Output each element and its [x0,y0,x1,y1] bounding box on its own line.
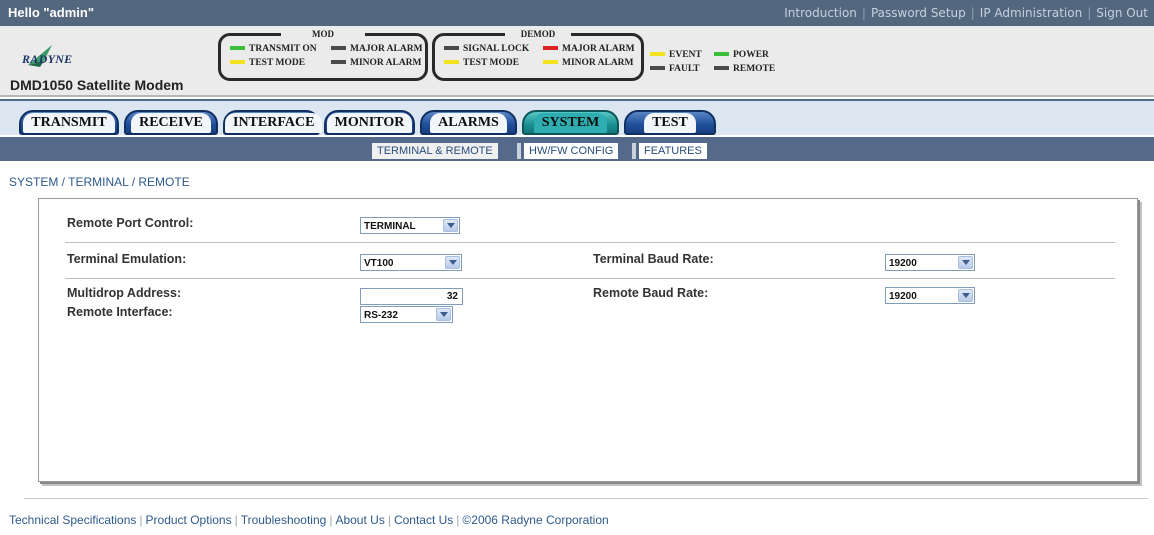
mod-led-group: MOD TRANSMIT ON MAJOR ALARM TEST MODE MI… [218,29,428,81]
terminal-baud-rate-label: Terminal Baud Rate: [593,252,714,266]
subtab-terminal-remote[interactable]: TERMINAL & REMOTE [372,143,498,159]
remote-baud-rate-label: Remote Baud Rate: [593,286,709,300]
logo-text: RADYNE [22,52,73,66]
tab-transmit[interactable]: TRANSMIT [19,110,119,135]
model-name: DMD1050 Satellite Modem [10,77,184,93]
led-indicator [331,59,346,64]
separator: | [234,513,238,527]
led-indicator [714,65,729,70]
led-indicator [230,45,245,50]
led-mod-test-mode: TEST MODE [230,58,305,68]
demod-title: DEMOD [505,29,571,39]
led-demod-test-mode: TEST MODE [444,58,519,68]
breadcrumb: SYSTEM / TERMINAL / REMOTE [9,175,190,189]
separator: | [456,513,460,527]
technical-specifications-link[interactable]: Technical Specifications [9,513,136,527]
separator: | [1087,6,1092,20]
terminal-emulation-select[interactable]: VT100 [360,254,462,271]
top-links: Introduction | Password Setup | IP Administr… [784,6,1148,20]
separator: | [139,513,143,527]
led-indicator [650,65,665,70]
main-tabs: TRANSMIT RECEIVE INTERFACE MONITOR ALARM… [0,99,1154,135]
select-value: TERMINAL [364,221,416,232]
chevron-down-icon [445,256,460,269]
terminal-baud-rate-select[interactable]: 19200 [885,254,975,271]
led-signal-lock: SIGNAL LOCK [444,44,529,54]
demod-led-group: DEMOD SIGNAL LOCK MAJOR ALARM TEST MODE … [432,29,644,81]
content-area: SYSTEM / TERMINAL / REMOTE Remote Port C… [0,161,1154,491]
led-indicator [331,45,346,50]
led-mod-major-alarm: MAJOR ALARM [331,44,423,54]
led-event: EVENT [650,50,702,60]
led-power: POWER [714,50,769,60]
sub-nav: TERMINAL & REMOTE HW/FW CONFIG FEATURES [0,137,1154,161]
multidrop-address-input[interactable]: 32 [360,288,463,305]
footer: Technical Specifications | Product Options… [9,513,609,527]
sign-out-link[interactable]: Sign Out [1096,6,1148,20]
tab-interface[interactable]: INTERFACE [223,110,323,135]
chevron-down-icon [436,308,451,321]
led-indicator [444,45,459,50]
introduction-link[interactable]: Introduction [784,6,857,20]
copyright: ©2006 Radyne Corporation [462,513,609,527]
divider [65,242,1115,243]
select-value: VT100 [364,258,394,269]
header: RADYNE DMD1050 Satellite Modem MOD TRANS… [0,26,1154,97]
tab-monitor[interactable]: MONITOR [324,110,415,135]
ip-administration-link[interactable]: IP Administration [980,6,1082,20]
led-indicator [714,51,729,56]
mod-title: MOD [281,29,365,39]
troubleshooting-link[interactable]: Troubleshooting [241,513,327,527]
remote-interface-label: Remote Interface: [67,305,173,319]
multidrop-address-label: Multidrop Address: [67,286,182,300]
select-value: 19200 [889,291,917,302]
password-setup-link[interactable]: Password Setup [871,6,966,20]
tab-test[interactable]: TEST [624,110,716,135]
tab-alarms[interactable]: ALARMS [420,110,517,135]
chevron-down-icon [443,219,458,232]
led-remote: REMOTE [714,64,775,74]
led-fault: FAULT [650,64,700,74]
top-bar: Hello "admin" Introduction | Password Setu… [0,0,1154,26]
led-demod-minor-alarm: MINOR ALARM [543,58,634,68]
subtab-separator [517,143,521,159]
divider [65,278,1115,279]
tab-system[interactable]: SYSTEM [522,110,619,135]
remote-baud-rate-select[interactable]: 19200 [885,287,975,304]
led-mod-minor-alarm: MINOR ALARM [331,58,422,68]
subtab-separator [632,143,636,159]
remote-port-control-select[interactable]: TERMINAL [360,217,460,234]
separator: | [329,513,333,527]
led-indicator [444,59,459,64]
greeting: Hello "admin" [8,5,95,20]
led-demod-major-alarm: MAJOR ALARM [543,44,635,54]
led-indicator [230,59,245,64]
separator: | [387,513,391,527]
terminal-remote-panel: Remote Port Control: TERMINAL Terminal E… [38,198,1138,482]
select-value: 19200 [889,258,917,269]
select-value: RS-232 [364,310,398,321]
led-indicator [543,59,558,64]
chevron-down-icon [958,256,973,269]
about-us-link[interactable]: About Us [335,513,384,527]
subtab-hw-fw-config[interactable]: HW/FW CONFIG [524,143,619,159]
remote-port-control-label: Remote Port Control: [67,216,194,230]
led-indicator [543,45,558,50]
tab-receive[interactable]: RECEIVE [124,110,218,135]
led-indicator [650,51,665,56]
separator: | [970,6,975,20]
remote-interface-select[interactable]: RS-232 [360,306,453,323]
contact-us-link[interactable]: Contact Us [394,513,453,527]
chevron-down-icon [958,289,973,302]
led-transmit-on: TRANSMIT ON [230,44,317,54]
terminal-emulation-label: Terminal Emulation: [67,252,187,266]
product-options-link[interactable]: Product Options [146,513,232,527]
subtab-features[interactable]: FEATURES [639,143,707,159]
separator: | [861,6,866,20]
footer-divider [24,498,1148,499]
